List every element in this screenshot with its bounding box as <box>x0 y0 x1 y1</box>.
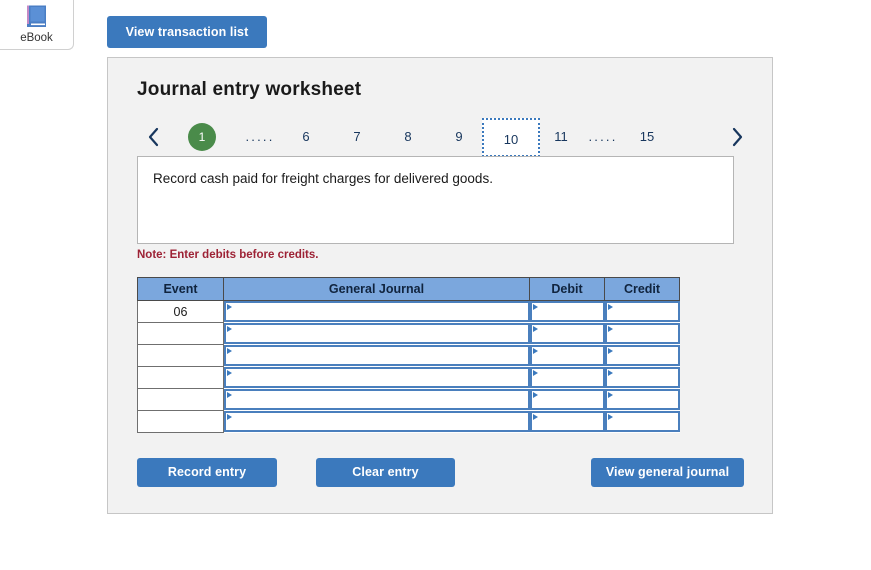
event-cell <box>137 388 224 411</box>
table-row <box>137 366 680 389</box>
pager-page-8[interactable]: 8 <box>395 123 421 151</box>
debit-input[interactable] <box>529 367 605 388</box>
debit-cell[interactable] <box>529 344 605 367</box>
record-entry-button[interactable]: Record entry <box>137 458 277 487</box>
chevron-left-icon[interactable] <box>140 123 166 151</box>
transaction-description-box: Record cash paid for freight charges for… <box>137 156 734 244</box>
view-general-journal-button[interactable]: View general journal <box>591 458 744 487</box>
general-journal-cell[interactable] <box>223 322 530 345</box>
pager-page-7[interactable]: 7 <box>344 123 370 151</box>
pager-ellipsis-right: ..... <box>588 129 618 144</box>
view-transaction-list-button[interactable]: View transaction list <box>107 16 267 48</box>
general-journal-cell[interactable] <box>223 388 530 411</box>
event-cell: 06 <box>137 300 224 323</box>
pager-page-6[interactable]: 6 <box>293 123 319 151</box>
credit-cell[interactable] <box>604 344 680 367</box>
debit-cell[interactable] <box>529 300 605 323</box>
column-header-general-journal: General Journal <box>223 277 530 301</box>
event-cell <box>137 322 224 345</box>
general-journal-cell[interactable] <box>223 366 530 389</box>
credit-cell[interactable] <box>604 366 680 389</box>
debit-input[interactable] <box>529 301 605 323</box>
general-journal-cell[interactable] <box>223 410 530 433</box>
column-header-debit: Debit <box>529 277 605 301</box>
pager-page-15[interactable]: 15 <box>634 123 660 151</box>
general-journal-input[interactable] <box>224 389 530 410</box>
credit-cell[interactable] <box>604 388 680 411</box>
debits-before-credits-note: Note: Enter debits before credits. <box>137 249 319 261</box>
general-journal-input[interactable] <box>224 323 530 344</box>
credit-input[interactable] <box>604 323 680 344</box>
general-journal-input[interactable] <box>224 345 530 366</box>
page-title: Journal entry worksheet <box>137 79 362 100</box>
event-cell <box>137 410 224 433</box>
column-header-credit: Credit <box>604 277 680 301</box>
debit-input[interactable] <box>529 389 605 410</box>
ebook-launcher[interactable]: eBook <box>0 0 74 50</box>
journal-entry-panel: Journal entry worksheet 1 ..... 6 7 8 9 … <box>107 57 773 514</box>
credit-cell[interactable] <box>604 410 680 433</box>
general-journal-cell[interactable] <box>223 300 530 323</box>
debit-input[interactable] <box>529 411 605 432</box>
event-cell <box>137 366 224 389</box>
worksheet-pager: 1 ..... 6 7 8 9 10 11 ..... 15 <box>130 115 752 161</box>
general-journal-input[interactable] <box>224 367 530 388</box>
debit-cell[interactable] <box>529 410 605 433</box>
credit-input[interactable] <box>604 367 680 388</box>
book-icon <box>24 4 50 30</box>
pager-page-10-current[interactable]: 10 <box>482 118 540 157</box>
table-row <box>137 322 680 345</box>
debit-cell[interactable] <box>529 322 605 345</box>
debit-cell[interactable] <box>529 366 605 389</box>
pager-page-9[interactable]: 9 <box>446 123 472 151</box>
table-row <box>137 388 680 411</box>
table-header-row: Event General Journal Debit Credit <box>137 277 680 301</box>
credit-cell[interactable] <box>604 322 680 345</box>
pager-page-1[interactable]: 1 <box>188 123 216 151</box>
general-journal-input[interactable] <box>224 411 530 432</box>
credit-input[interactable] <box>604 345 680 366</box>
debit-cell[interactable] <box>529 388 605 411</box>
credit-input[interactable] <box>604 411 680 432</box>
credit-cell[interactable] <box>604 300 680 323</box>
table-row: 06 <box>137 300 680 323</box>
debit-input[interactable] <box>529 323 605 344</box>
pager-page-11[interactable]: 11 <box>548 123 574 151</box>
table-row <box>137 344 680 367</box>
column-header-event: Event <box>137 277 224 301</box>
pager-ellipsis-left: ..... <box>245 129 275 144</box>
general-journal-cell[interactable] <box>223 344 530 367</box>
page-root: eBook View transaction list Journal entr… <box>0 0 871 570</box>
credit-input[interactable] <box>604 301 680 323</box>
chevron-right-icon[interactable] <box>724 123 750 151</box>
ebook-label: eBook <box>20 32 53 44</box>
general-journal-input[interactable] <box>224 301 530 323</box>
credit-input[interactable] <box>604 389 680 410</box>
journal-entry-table: Event General Journal Debit Credit 06 <box>137 277 680 433</box>
event-cell <box>137 344 224 367</box>
transaction-description-text: Record cash paid for freight charges for… <box>153 171 493 186</box>
debit-input[interactable] <box>529 345 605 366</box>
table-row <box>137 410 680 433</box>
clear-entry-button[interactable]: Clear entry <box>316 458 455 487</box>
